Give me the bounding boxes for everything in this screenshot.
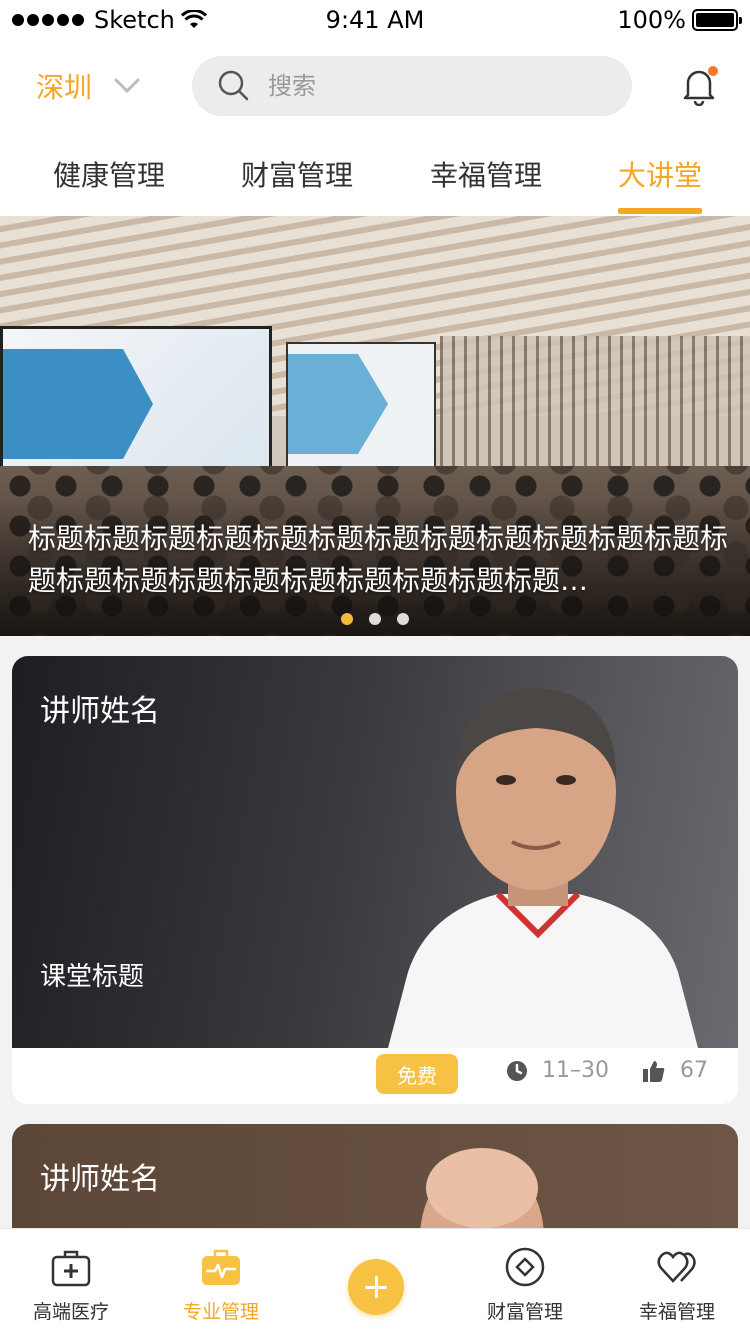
bottom-tab-bar: 高端医疗 专业管理 财富管理 幸福管理: [0, 1228, 750, 1334]
tab-health[interactable]: 健康管理: [53, 154, 165, 194]
battery-icon: [692, 9, 742, 31]
like-count[interactable]: 67: [642, 1058, 708, 1083]
carousel-pager: [0, 613, 750, 625]
lecture-date: 11–30: [506, 1058, 609, 1083]
status-bar: Sketch 9:41 AM 100%: [0, 0, 750, 42]
briefcase-pulse-icon: [202, 1249, 240, 1285]
course-title: 课堂标题: [40, 962, 145, 992]
price-badge: 免费: [376, 1054, 458, 1094]
city-label: 深圳: [36, 71, 93, 104]
pager-dot[interactable]: [397, 613, 409, 625]
tabbar-item-medical[interactable]: 高端医疗: [0, 1247, 146, 1324]
clock-icon: [507, 1060, 527, 1081]
tab-happiness[interactable]: 幸福管理: [430, 154, 542, 194]
hearts-icon: [657, 1251, 696, 1283]
notification-button[interactable]: [682, 66, 718, 107]
city-selector[interactable]: 深圳: [36, 66, 140, 106]
search-bar[interactable]: [192, 56, 632, 116]
screen: Sketch 9:41 AM 100% 深圳 健康管理 财富管理 幸福管理 大讲…: [0, 0, 750, 1334]
lecture-meta: 免费 11–30 67: [12, 1048, 738, 1104]
search-icon: [218, 70, 249, 101]
category-tabs: 健康管理 财富管理 幸福管理 大讲堂: [0, 138, 750, 216]
lecturer-name: 讲师姓名: [40, 1162, 160, 1197]
banner-carousel[interactable]: 标题标题标题标题标题标题标题标题标题标题标题标题标题标题标题标题标题标题标题标题…: [0, 216, 750, 636]
header: 深圳 健康管理 财富管理 幸福管理 大讲堂: [0, 42, 750, 216]
lecture-card[interactable]: 讲师姓名 课堂标题 免费 11–30 67: [12, 656, 738, 1104]
pager-dot[interactable]: [341, 613, 353, 625]
medical-kit-icon: [51, 1250, 91, 1287]
tabbar-item-professional[interactable]: 专业管理: [146, 1247, 296, 1324]
battery-info: 100%: [617, 6, 742, 34]
tab-lecture-hall[interactable]: 大讲堂: [618, 154, 703, 214]
battery-percent: 100%: [617, 6, 686, 34]
banner-title: 标题标题标题标题标题标题标题标题标题标题标题标题标题标题标题标题标题标题标题标题…: [28, 522, 728, 597]
diamond-icon: [505, 1247, 545, 1287]
tabbar-item-happiness[interactable]: 幸福管理: [602, 1247, 750, 1324]
notification-badge-dot: [708, 66, 718, 76]
thumbs-up-icon: [643, 1060, 665, 1082]
tabbar-item-wealth[interactable]: 财富管理: [450, 1247, 600, 1324]
lecturer-photo: [388, 688, 698, 1048]
pager-dot[interactable]: [369, 613, 381, 625]
lecturer-name: 讲师姓名: [40, 694, 160, 729]
tab-wealth[interactable]: 财富管理: [241, 154, 353, 194]
add-button[interactable]: [348, 1259, 404, 1315]
active-tab-indicator: [618, 208, 703, 214]
chevron-down-icon: [114, 78, 140, 93]
search-input[interactable]: [268, 72, 568, 100]
